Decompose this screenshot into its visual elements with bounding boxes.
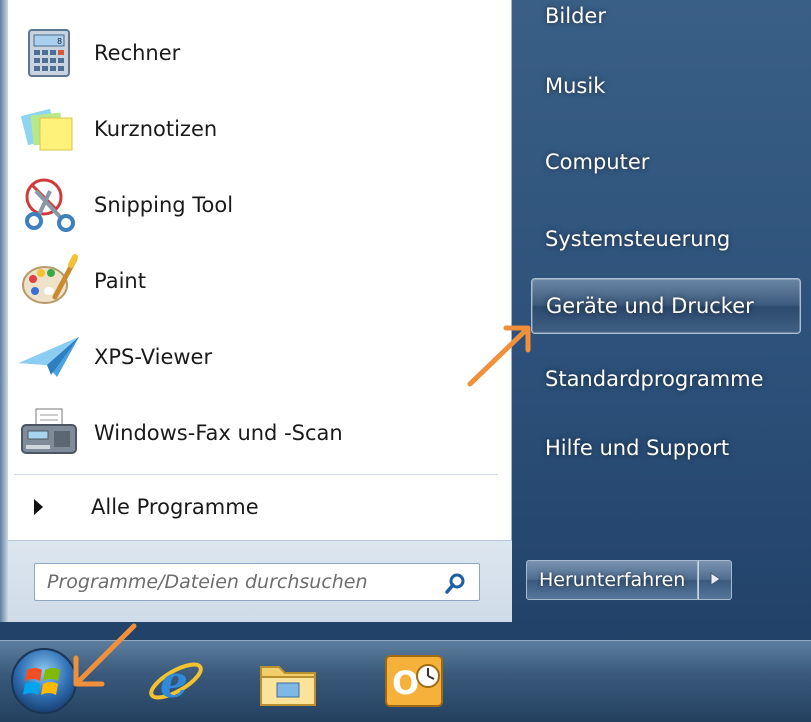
search-input[interactable] [47, 565, 427, 599]
menu-item-computer[interactable]: Computer [531, 134, 801, 190]
triangle-right-icon [34, 499, 43, 515]
program-label: Snipping Tool [94, 193, 234, 217]
menu-item-label: Musik [545, 74, 606, 98]
program-item-kurznotizen[interactable]: Kurznotizen [12, 94, 500, 164]
calculator-icon: 8 [16, 22, 82, 84]
shutdown-options-button[interactable] [698, 560, 733, 600]
program-item-snipping-tool[interactable]: Snipping Tool [12, 170, 500, 240]
taskbar-windows-explorer[interactable] [250, 645, 326, 721]
svg-text:e: e [160, 657, 188, 708]
svg-text:8: 8 [57, 37, 62, 46]
program-item-xps-viewer[interactable]: XPS-Viewer [12, 322, 500, 392]
menu-item-label: Bilder [545, 4, 606, 28]
program-item-windows-fax-scan[interactable]: Windows-Fax und -Scan [12, 398, 500, 468]
menu-item-label: Geräte und Drucker [546, 294, 754, 318]
start-menu-places-panel: Bilder Musik Computer Systemsteuerung Ge… [513, 0, 811, 640]
menu-item-hilfe-und-support[interactable]: Hilfe und Support [531, 420, 801, 476]
paint-icon [16, 250, 82, 312]
shutdown-group: Herunterfahren [526, 560, 733, 600]
start-orb-icon [9, 646, 79, 720]
program-label: Kurznotizen [94, 117, 218, 141]
internet-explorer-icon: e [146, 651, 206, 715]
menu-item-musik[interactable]: Musik [531, 58, 801, 114]
start-menu-programs-panel: 8 Rechner Kurznotizen Snipping Tool Pain… [0, 0, 512, 622]
program-item-rechner[interactable]: 8 Rechner [12, 18, 500, 88]
menu-item-systemsteuerung[interactable]: Systemsteuerung [531, 211, 801, 267]
menu-item-bilder[interactable]: Bilder [531, 0, 801, 44]
program-list-separator [14, 474, 498, 475]
program-label: Windows-Fax und -Scan [94, 421, 343, 445]
program-item-paint[interactable]: Paint [12, 246, 500, 316]
triangle-right-icon [709, 571, 722, 590]
program-label: XPS-Viewer [94, 345, 213, 369]
svg-text:O: O [392, 664, 419, 702]
search-icon[interactable] [445, 572, 467, 598]
all-programs-button[interactable]: Alle Programme [14, 484, 498, 530]
snipping-tool-icon [16, 174, 82, 236]
fax-scan-icon [16, 402, 82, 464]
outlook-icon: O [384, 652, 444, 714]
taskbar-outlook[interactable]: O [376, 645, 452, 721]
taskbar-internet-explorer[interactable]: e [138, 645, 214, 721]
menu-item-label: Computer [545, 150, 650, 174]
menu-item-label: Systemsteuerung [545, 227, 731, 251]
taskbar: e O [0, 640, 811, 722]
shutdown-button[interactable]: Herunterfahren [526, 560, 699, 600]
program-label: Rechner [94, 41, 181, 65]
program-label: Paint [94, 269, 146, 293]
xps-viewer-icon [16, 326, 82, 388]
start-button[interactable] [6, 645, 82, 721]
menu-item-label: Hilfe und Support [545, 436, 730, 460]
search-strip [8, 540, 512, 622]
menu-item-label: Standardprogramme [545, 367, 764, 391]
menu-item-standardprogramme[interactable]: Standardprogramme [531, 351, 801, 407]
sticky-notes-icon [16, 98, 82, 160]
windows-explorer-icon [257, 653, 319, 713]
search-box[interactable] [34, 563, 480, 601]
all-programs-label: Alle Programme [91, 495, 259, 519]
menu-item-geraete-und-drucker[interactable]: Geräte und Drucker [531, 278, 801, 334]
